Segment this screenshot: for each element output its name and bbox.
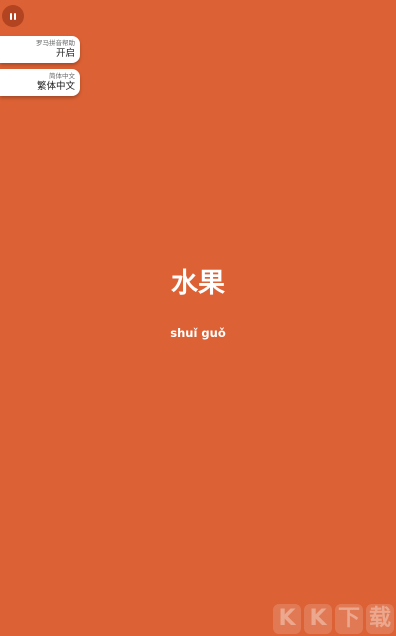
pause-icon-bar-right	[14, 12, 16, 20]
script-toggle-label: 简体中文	[49, 72, 75, 80]
flashcard-pinyin: shuǐ guǒ	[170, 326, 226, 340]
pinyin-help-value: 开启	[55, 48, 75, 59]
script-toggle-value: 繁体中文	[36, 81, 75, 92]
watermark-char: K	[304, 604, 332, 634]
pause-button[interactable]	[2, 5, 24, 27]
pause-icon-bar-left	[10, 12, 12, 20]
pinyin-help-label: 罗马拼音帮助	[36, 39, 75, 47]
watermark: K K 下 载	[273, 604, 396, 636]
script-toggle[interactable]: 简体中文 繁体中文	[0, 69, 80, 96]
pinyin-help-toggle[interactable]: 罗马拼音帮助 开启	[0, 36, 80, 63]
watermark-char: 载	[366, 604, 394, 634]
watermark-char: K	[273, 604, 301, 634]
flashcard-word: 水果	[171, 268, 225, 299]
watermark-char: 下	[335, 604, 363, 634]
